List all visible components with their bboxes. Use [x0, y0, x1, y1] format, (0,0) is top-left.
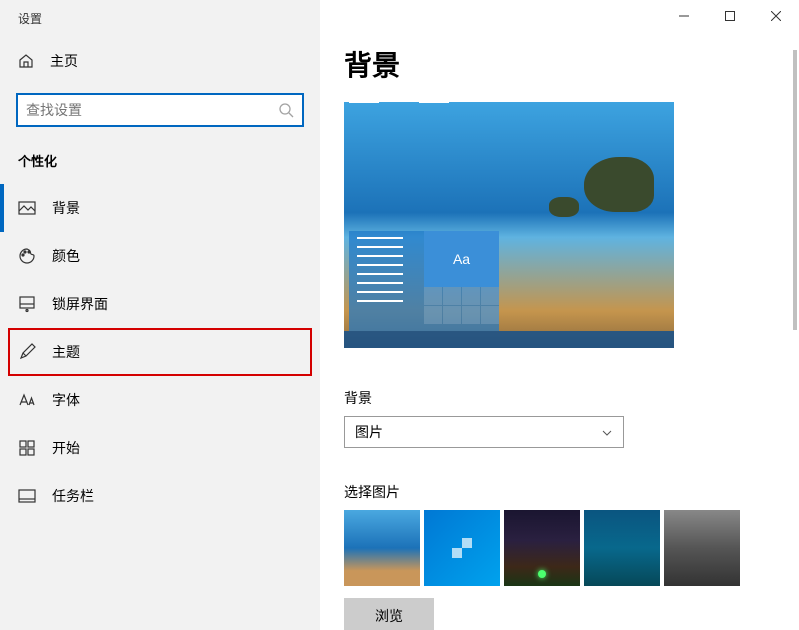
sidebar-item-label: 背景 — [52, 198, 80, 218]
start-icon — [18, 439, 36, 457]
sidebar-item-label: 颜色 — [52, 246, 80, 266]
home-nav[interactable]: 主页 — [0, 37, 320, 85]
sidebar-item-lockscreen[interactable]: 锁屏界面 — [0, 280, 320, 328]
background-type-dropdown[interactable]: 图片 — [344, 416, 624, 448]
picture-thumb-4[interactable] — [584, 510, 660, 586]
chevron-down-icon — [601, 426, 613, 438]
home-label: 主页 — [50, 51, 78, 71]
choose-picture-label: 选择图片 — [344, 482, 799, 502]
sidebar-item-start[interactable]: 开始 — [0, 424, 320, 472]
home-icon — [18, 53, 34, 69]
sidebar-item-taskbar[interactable]: 任务栏 — [0, 472, 320, 520]
desktop-preview: Aa — [344, 102, 674, 348]
sidebar-item-label: 字体 — [52, 390, 80, 410]
picture-thumbnails — [344, 510, 799, 586]
font-icon — [18, 391, 36, 409]
picture-thumb-5[interactable] — [664, 510, 740, 586]
sidebar-item-colors[interactable]: 颜色 — [0, 232, 320, 280]
sidebar-item-label: 锁屏界面 — [52, 294, 108, 314]
taskbar-icon — [18, 487, 36, 505]
sidebar-item-label: 任务栏 — [52, 486, 94, 506]
search-box[interactable] — [16, 93, 304, 127]
dropdown-value: 图片 — [355, 422, 383, 442]
picture-thumb-2[interactable] — [424, 510, 500, 586]
palette-icon — [18, 247, 36, 265]
sidebar-item-fonts[interactable]: 字体 — [0, 376, 320, 424]
sidebar-item-themes[interactable]: 主题 — [8, 328, 312, 376]
brush-icon — [18, 343, 36, 361]
picture-thumb-1[interactable] — [344, 510, 420, 586]
title-bar — [320, 0, 799, 32]
sidebar-item-label: 主题 — [52, 342, 80, 362]
scrollbar[interactable] — [793, 50, 797, 330]
maximize-button[interactable] — [707, 0, 753, 32]
app-title: 设置 — [0, 0, 320, 37]
preview-aa-tile: Aa — [424, 231, 499, 287]
close-button[interactable] — [753, 0, 799, 32]
sidebar-item-label: 开始 — [52, 438, 80, 458]
lockscreen-icon — [18, 295, 36, 313]
image-icon — [18, 199, 36, 217]
minimize-button[interactable] — [661, 0, 707, 32]
page-title: 背景 — [344, 44, 799, 84]
background-label: 背景 — [344, 388, 799, 408]
search-input[interactable] — [26, 102, 278, 118]
search-icon — [278, 102, 294, 118]
sidebar-item-background[interactable]: 背景 — [0, 184, 320, 232]
section-title: 个性化 — [0, 141, 320, 184]
browse-button[interactable]: 浏览 — [344, 598, 434, 630]
picture-thumb-3[interactable] — [504, 510, 580, 586]
